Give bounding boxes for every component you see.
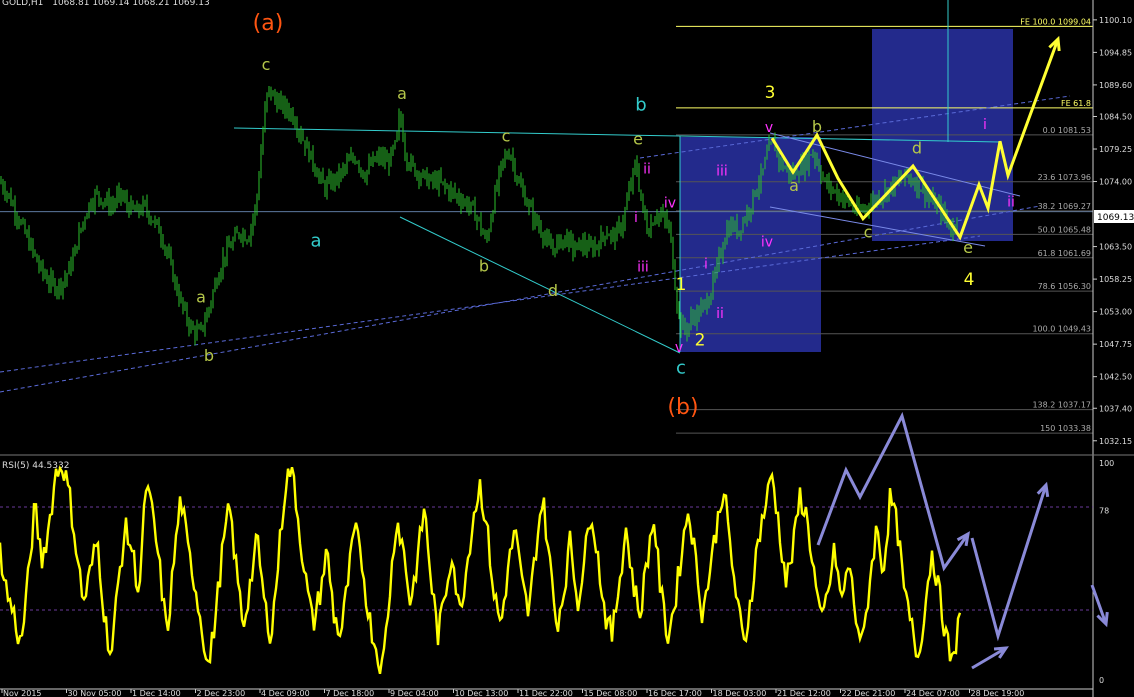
wave-label: c xyxy=(262,55,271,74)
wave-label: b xyxy=(812,117,822,136)
rsi-tick-label: 78 xyxy=(1099,507,1109,516)
time-tick-label: 30 Nov 05:00 xyxy=(68,689,122,697)
time-tick-label: 18 Dec 03:00 xyxy=(713,689,767,697)
wave-label: iii xyxy=(637,259,649,275)
price-tick-label: 1053.00 xyxy=(1099,308,1132,317)
wave-label: iv xyxy=(761,235,773,251)
price-tick-label: 1074.00 xyxy=(1099,178,1132,187)
current-price-label: 1069.13 xyxy=(1097,213,1134,223)
time-tick-label: 10 Dec 13:00 xyxy=(455,689,509,697)
fib-level-label: 78.6 1056.30 xyxy=(1038,282,1091,291)
wave-label: iv xyxy=(664,196,676,212)
wave-label: a xyxy=(397,84,407,103)
time-tick-label: 7 Dec 18:00 xyxy=(326,689,375,697)
time-tick-label: 22 Dec 21:00 xyxy=(842,689,896,697)
wave-label: a xyxy=(310,231,321,252)
wave-box-left xyxy=(680,137,821,352)
wave-label: 1 xyxy=(676,275,687,295)
wave-label: 4 xyxy=(964,270,975,290)
wave-label: e xyxy=(633,129,643,148)
wave-label: e xyxy=(963,238,973,257)
price-tick-label: 1032.15 xyxy=(1099,437,1132,446)
price-tick-label: 1079.25 xyxy=(1099,145,1132,154)
fib-level-label: 100.0 1049.43 xyxy=(1032,325,1091,334)
fib-level-label: 50.0 1065.48 xyxy=(1038,225,1091,234)
fib-level-label: 138.2 1037.17 xyxy=(1032,401,1091,410)
time-tick-label: 21 Dec 12:00 xyxy=(777,689,831,697)
time-tick-label: 28 Dec 19:00 xyxy=(971,689,1025,697)
wave-label: d xyxy=(548,281,558,300)
fib-level-label: 0.0 1081.53 xyxy=(1043,126,1091,135)
wave-label: d xyxy=(912,139,922,158)
header-text: GOLD,H1 1068.81 1069.14 1068.21 1069.13 xyxy=(2,0,210,8)
price-tick-label: 1037.40 xyxy=(1099,404,1132,413)
wave-label: 2 xyxy=(695,331,706,351)
time-tick-label: Nov 2015 xyxy=(3,689,42,697)
wave-label: b xyxy=(479,256,489,275)
time-tick-label: 16 Dec 17:00 xyxy=(648,689,702,697)
wave-label: c xyxy=(502,126,511,145)
price-tick-label: 1047.75 xyxy=(1099,340,1132,349)
wave-label: i xyxy=(634,210,638,226)
price-tick-label: 1063.50 xyxy=(1099,243,1132,252)
time-tick-label: 9 Dec 04:00 xyxy=(390,689,439,697)
wave-label: c xyxy=(676,358,686,379)
current-price-tag: 1069.13 xyxy=(1094,210,1134,223)
time-tick-label: 4 Dec 09:00 xyxy=(261,689,310,697)
wave-label: ii xyxy=(716,306,724,322)
chart-canvas: FE 100.0 1099.04 FE 61.8 0.0 1081.53 23.6 1… xyxy=(0,0,1134,697)
wave-label: ii xyxy=(643,161,651,177)
header-symbol: GOLD,H1 xyxy=(2,0,43,8)
wave-label: c xyxy=(864,222,873,241)
wave-label: v xyxy=(675,340,683,356)
wave-label: i xyxy=(704,256,708,272)
rsi-tick-label: 0 xyxy=(1099,676,1104,685)
price-tick-label: 1084.50 xyxy=(1099,113,1132,122)
wave-label: v xyxy=(765,120,773,136)
time-tick-label: 11 Dec 22:00 xyxy=(519,689,573,697)
price-tick-label: 1042.50 xyxy=(1099,373,1132,382)
wave-label: (b) xyxy=(667,395,698,420)
fib-level-label: 61.8 1061.69 xyxy=(1038,249,1091,258)
wave-label: (a) xyxy=(253,11,284,36)
wave-label: b xyxy=(204,346,214,365)
fib-level-label: FE 61.8 xyxy=(1061,99,1091,108)
time-tick-label: 24 Dec 07:00 xyxy=(906,689,960,697)
fib-level-label: 38.2 1069.27 xyxy=(1038,202,1091,211)
fib-level-label: 150 1033.38 xyxy=(1040,424,1091,433)
price-tick-label: 1100.10 xyxy=(1099,16,1132,25)
time-tick-label: 2 Dec 23:00 xyxy=(197,689,246,697)
wave-label: iii xyxy=(716,163,728,179)
rsi-tick-label: 100 xyxy=(1099,459,1114,468)
wave-label: b xyxy=(635,94,646,115)
time-tick-label: 15 Dec 08:00 xyxy=(584,689,638,697)
wave-label: 3 xyxy=(765,83,776,103)
wave-label: ii xyxy=(1007,194,1015,210)
price-tick-label: 1094.85 xyxy=(1099,48,1132,57)
wave-label: i xyxy=(983,117,987,133)
price-tick-label: 1089.60 xyxy=(1099,81,1132,90)
fib-level-label: FE 100.0 1099.04 xyxy=(1020,17,1091,26)
time-tick-label: 1 Dec 14:00 xyxy=(132,689,181,697)
price-tick-label: 1058.25 xyxy=(1099,275,1132,284)
header-ohlc: 1068.81 1069.14 1068.21 1069.13 xyxy=(52,0,209,8)
wave-label: a xyxy=(196,287,206,306)
wave-label: a xyxy=(789,176,799,195)
fib-level-label: 23.6 1073.96 xyxy=(1038,173,1091,182)
